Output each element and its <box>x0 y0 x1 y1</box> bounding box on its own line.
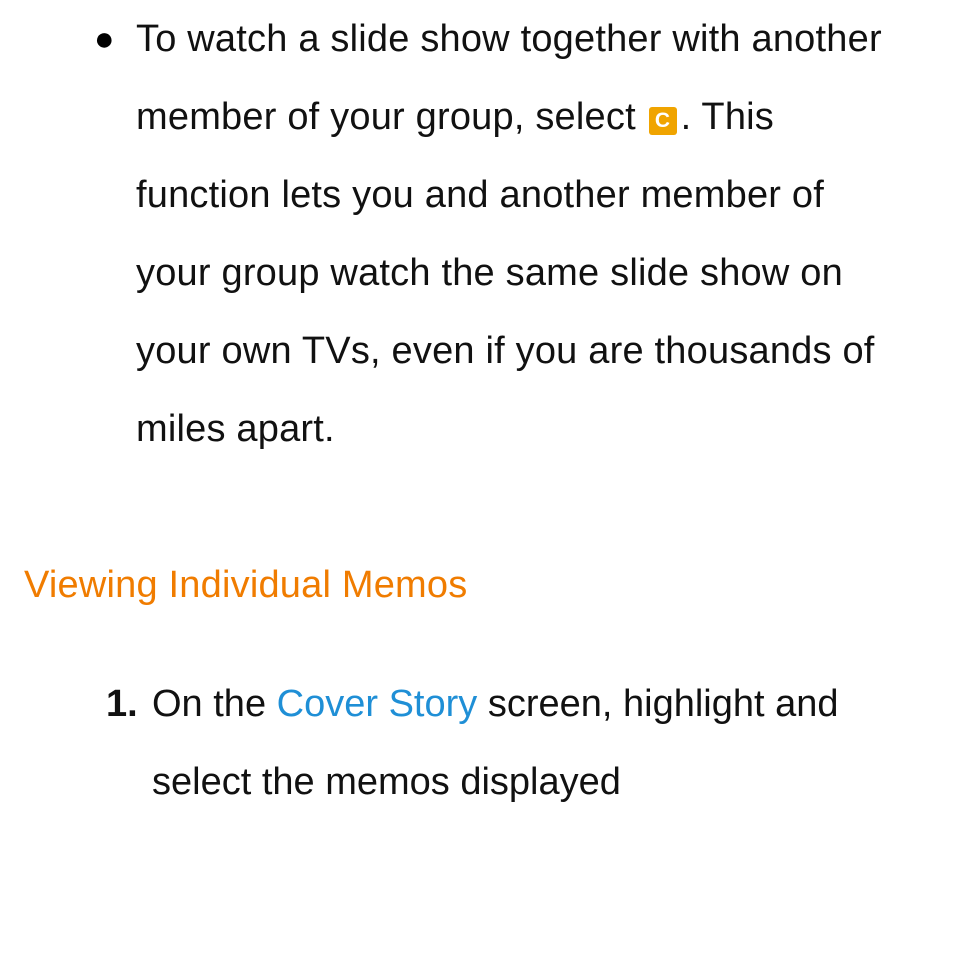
step-number: 1. <box>106 665 152 821</box>
bullet-item: ● To watch a slide show together with an… <box>94 0 908 468</box>
bullet-marker: ● <box>94 0 136 468</box>
step-text-pre: On the <box>152 683 277 725</box>
bullet-text: To watch a slide show together with anot… <box>136 0 908 468</box>
cover-story-link[interactable]: Cover Story <box>277 683 478 725</box>
step-text: On the Cover Story screen, highlight and… <box>152 665 908 821</box>
bullet-text-post: . This function lets you and another mem… <box>136 96 875 450</box>
c-button-icon: C <box>649 107 677 135</box>
section-heading: Viewing Individual Memos <box>24 564 918 607</box>
numbered-step: 1. On the Cover Story screen, highlight … <box>106 665 908 821</box>
